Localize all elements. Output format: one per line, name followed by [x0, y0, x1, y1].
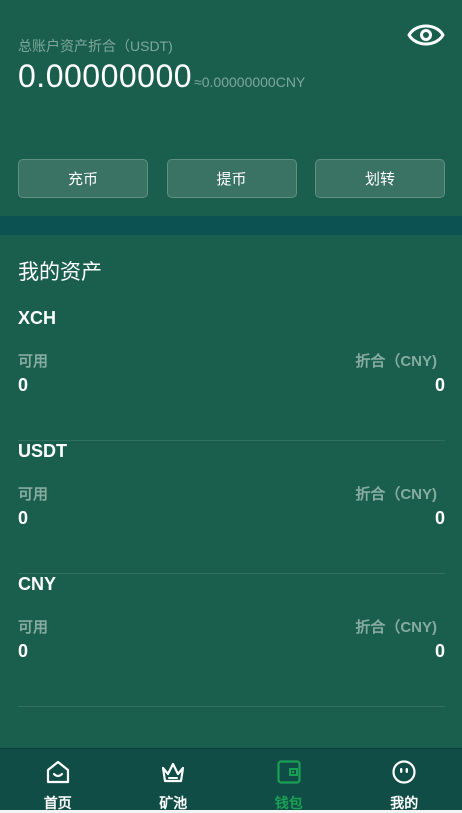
wallet-page: 总账户资产折合（USDT) 0.00000000 ≈0.00000000CNY …	[0, 0, 462, 813]
available-value: 0	[18, 641, 29, 661]
my-assets-title: 我的资产	[18, 261, 102, 284]
my-assets-section: 我的资产 XCH 可用 折合（CNY) 0 0 USDT 可用 折合（CNY) …	[0, 235, 462, 748]
balance-cny-approx: ≈0.00000000CNY	[194, 74, 306, 90]
converted-label: 折合（CNY)	[355, 619, 437, 636]
tab-wallet[interactable]: 钱包	[231, 749, 347, 811]
converted-label: 折合（CNY)	[355, 486, 437, 503]
converted-value: 0	[434, 641, 445, 661]
converted-value: 0	[434, 375, 445, 395]
asset-name: USDT	[18, 441, 67, 461]
asset-item-cny[interactable]: CNY 可用 折合（CNY) 0 0	[18, 574, 445, 707]
profile-icon	[391, 759, 417, 790]
converted-value: 0	[434, 508, 445, 528]
available-label: 可用	[18, 486, 49, 503]
home-icon	[45, 759, 71, 790]
asset-name: CNY	[18, 574, 57, 594]
tab-pool[interactable]: 矿池	[116, 749, 232, 811]
available-label: 可用	[18, 353, 49, 370]
withdraw-button[interactable]: 提币	[166, 159, 297, 198]
wallet-icon	[276, 759, 302, 790]
converted-label: 折合（CNY)	[355, 353, 437, 370]
eye-icon[interactable]	[406, 16, 446, 54]
total-balance: 0.00000000	[18, 58, 193, 94]
balance-row: 0.00000000 ≈0.00000000CNY	[18, 58, 305, 95]
action-buttons: 充币 提币 划转	[18, 159, 445, 198]
section-divider	[0, 216, 462, 235]
available-value: 0	[18, 375, 29, 395]
account-header: 总账户资产折合（USDT) 0.00000000 ≈0.00000000CNY …	[0, 0, 462, 216]
deposit-button[interactable]: 充币	[18, 159, 148, 198]
available-value: 0	[18, 508, 29, 528]
transfer-button[interactable]: 划转	[315, 159, 445, 198]
total-assets-label: 总账户资产折合（USDT)	[18, 38, 173, 54]
asset-item-xch[interactable]: XCH 可用 折合（CNY) 0 0	[18, 308, 445, 441]
asset-name: XCH	[18, 308, 57, 328]
crown-icon	[160, 759, 186, 790]
available-label: 可用	[18, 619, 49, 636]
bottom-tab-bar: 首页 矿池 钱包 我的	[0, 748, 462, 811]
tab-home[interactable]: 首页	[0, 749, 116, 811]
tab-mine[interactable]: 我的	[347, 749, 462, 811]
asset-item-usdt[interactable]: USDT 可用 折合（CNY) 0 0	[18, 441, 445, 574]
